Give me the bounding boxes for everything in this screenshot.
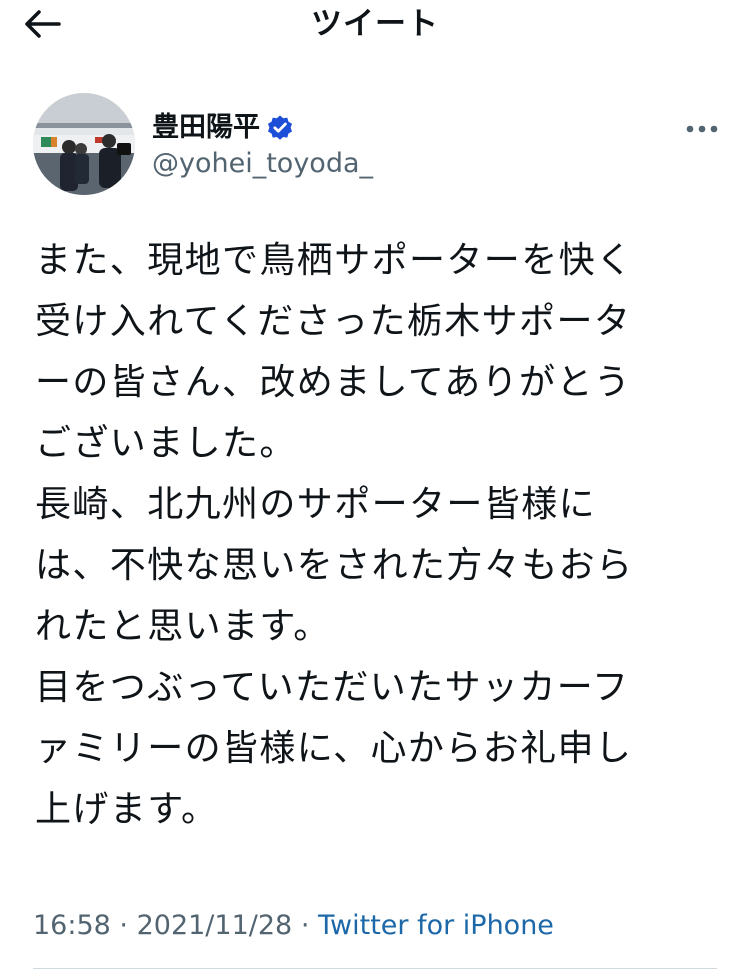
tweet-line: ァミリーの皆様に、心からお礼申し: [35, 728, 633, 769]
tweet-line: 目をつぶっていただいたサッカーフ: [35, 667, 630, 708]
tweet-line: は、不快な思いをされた方々もおら: [35, 545, 634, 586]
tweet-line: ございました。: [35, 423, 297, 464]
more-options-button[interactable]: [680, 110, 724, 146]
page-title: ツイート: [311, 6, 439, 42]
tweet-text: また、現地で鳥栖サポーターを快く 受け入れてくださった栃木サポータ ーの皆さん、…: [35, 230, 725, 840]
tweet-line: 長崎、北九州のサポーター皆様に: [35, 484, 597, 525]
top-bar: ツイート: [0, 0, 750, 50]
tweet-line: ーの皆さん、改めましてありがとう: [35, 362, 632, 403]
tweet-source-link[interactable]: Twitter for iPhone: [318, 910, 554, 941]
meta-separator: ·: [119, 910, 128, 941]
tweet-line: 受け入れてくださった栃木サポータ: [35, 301, 632, 342]
tweet-line: 上げます。: [35, 789, 219, 830]
verified-badge-icon: [266, 114, 294, 142]
tweet-date[interactable]: 2021/11/28: [137, 910, 293, 941]
tweet-line: れたと思います。: [35, 606, 331, 647]
author-name[interactable]: 豊田陽平: [152, 110, 260, 146]
tweet-meta: 16:58 · 2021/11/28 · Twitter for iPhone: [33, 906, 554, 946]
meta-separator: ·: [300, 910, 310, 941]
author-name-row[interactable]: 豊田陽平: [152, 110, 294, 146]
divider: [33, 968, 717, 969]
author-handle[interactable]: @yohei_toyoda_: [152, 146, 373, 182]
avatar[interactable]: [33, 93, 135, 195]
tweet-time[interactable]: 16:58: [33, 910, 111, 941]
more-horizontal-icon: [685, 119, 719, 138]
tweet-line: また、現地で鳥栖サポーターを快く: [35, 240, 634, 281]
